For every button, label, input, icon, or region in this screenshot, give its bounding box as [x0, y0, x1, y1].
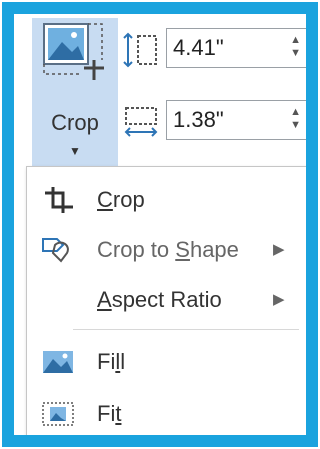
shape-height-value: 4.41" [173, 35, 224, 60]
fill-icon [43, 351, 73, 373]
submenu-arrow-icon: ▶ [273, 241, 285, 258]
height-spinner[interactable]: ▲ ▼ [290, 34, 301, 60]
width-spinner[interactable]: ▲ ▼ [290, 106, 301, 132]
menu-item-label: Crop [97, 187, 145, 212]
shape-width-field[interactable]: 1.38" ▲ ▼ [166, 100, 306, 140]
spin-down-icon[interactable]: ▼ [290, 47, 301, 60]
menu-item-label: Fill [97, 349, 126, 374]
menu-item-fit[interactable]: Fit [27, 389, 306, 435]
shape-width-value: 1.38" [173, 107, 224, 132]
spin-up-icon[interactable]: ▲ [290, 34, 301, 47]
crop-button[interactable]: Crop ▼ [32, 18, 118, 178]
menu-item-label: Fit [97, 401, 122, 426]
crop-button-label: Crop [51, 110, 99, 135]
menu-item-label: Aspect Ratio [97, 287, 222, 312]
screenshot-frame: Crop ▼ 4.41" ▲ ▼ 1.38" ▲ ▼ Crop Crop to … [2, 2, 318, 447]
menu-item-crop-to-shape[interactable]: Crop to Shape ▶ [27, 225, 306, 275]
shape-height-icon [123, 32, 157, 68]
fit-icon [42, 402, 74, 426]
spin-up-icon[interactable]: ▲ [290, 106, 301, 119]
shape-height-field[interactable]: 4.41" ▲ ▼ [166, 28, 306, 68]
menu-item-crop[interactable]: Crop [27, 175, 306, 225]
menu-item-label: Crop to Shape [97, 237, 239, 262]
shape-width-icon [124, 107, 158, 137]
spin-down-icon[interactable]: ▼ [290, 119, 301, 132]
crop-picture-icon [43, 23, 104, 80]
menu-item-fill[interactable]: Fill [27, 337, 306, 387]
crop-dropdown-menu: Crop Crop to Shape ▶ Aspect Ratio ▶ Fill [26, 166, 306, 435]
crop-icon [45, 187, 73, 213]
submenu-arrow-icon: ▶ [273, 291, 285, 308]
crop-to-shape-icon [42, 238, 69, 263]
menu-item-aspect-ratio[interactable]: Aspect Ratio ▶ [27, 275, 306, 325]
chevron-down-icon[interactable]: ▼ [32, 144, 118, 158]
menu-separator [73, 329, 299, 330]
